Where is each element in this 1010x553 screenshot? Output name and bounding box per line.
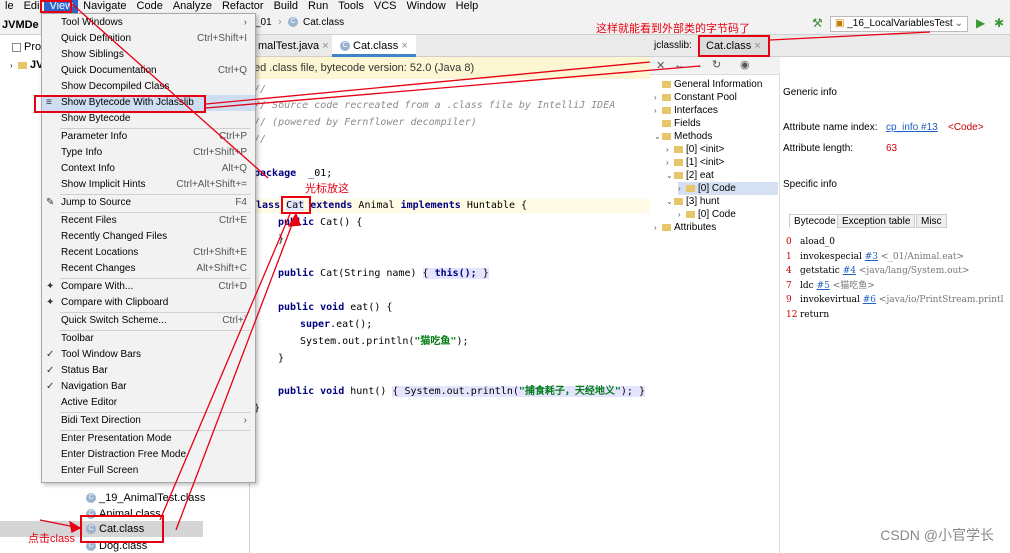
- arrow-view-to-cursor: [71, 3, 269, 179]
- arrow-class-to-cat: [175, 213, 297, 531]
- arrowhead: [69, 520, 82, 533]
- annotation-arrows: [39, 3, 931, 533]
- watermark: CSDN @小官学长: [880, 527, 994, 543]
- arrow-menu-to-jclasslib: [205, 61, 651, 105]
- arrow-class-to-cat-2: [159, 213, 291, 521]
- arrow-tab-to-note: [769, 31, 931, 41]
- arrow-menu-to-jclasslib-2: [205, 65, 701, 109]
- arrowhead: [287, 212, 301, 227]
